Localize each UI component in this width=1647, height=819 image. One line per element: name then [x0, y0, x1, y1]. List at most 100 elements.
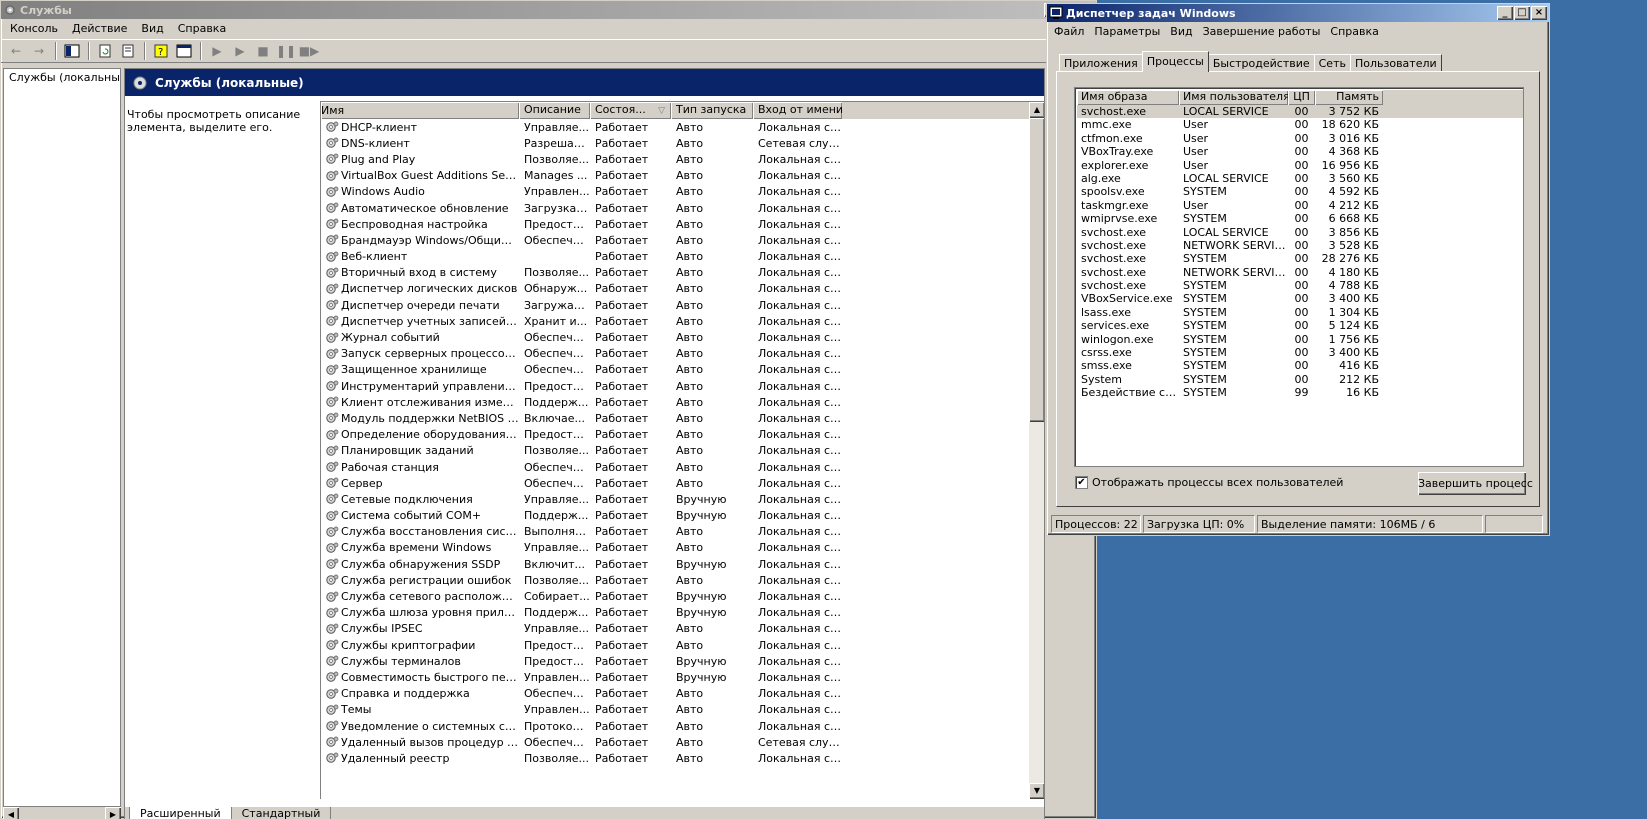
- process-row[interactable]: svchost.exe SYSTEM 00 4 788 КБ: [1077, 279, 1523, 292]
- service-row[interactable]: Справка и поддержка Обеспечи... Работает Ав…: [321, 686, 1044, 702]
- service-row[interactable]: Запуск серверных процессов DCOM Обеспечи.…: [321, 346, 1044, 362]
- service-row[interactable]: Служба восстановления системы Выполняе...…: [321, 524, 1044, 540]
- size-grip[interactable]: [1485, 515, 1543, 533]
- service-row[interactable]: Windows Audio Управлен... Работает Авто Лока…: [321, 184, 1044, 200]
- process-row[interactable]: explorer.exe User 00 16 956 КБ: [1077, 159, 1523, 172]
- process-row[interactable]: svchost.exe NETWORK SERVICE 00 4 180 КБ: [1077, 266, 1523, 279]
- service-row[interactable]: Инструментарий управления Wind... Предост…: [321, 378, 1044, 394]
- menu-help[interactable]: Справка: [1325, 22, 1383, 42]
- menu-action[interactable]: Действие: [65, 19, 134, 39]
- service-row[interactable]: Диспетчер логических дисков Обнаруж... Раб…: [321, 281, 1044, 297]
- back-arrow-icon[interactable]: ←: [5, 41, 27, 61]
- column-description[interactable]: Описание: [519, 102, 590, 119]
- service-row[interactable]: Модуль поддержки NetBIOS через... Включае…: [321, 410, 1044, 426]
- tab-extended[interactable]: Расширенный: [129, 807, 232, 819]
- service-row[interactable]: Беспроводная настройка Предоста... Работае…: [321, 216, 1044, 232]
- tab-performance[interactable]: Быстродействие: [1207, 54, 1315, 72]
- service-row[interactable]: Клиент отслеживания изменивши... Поддерж.…: [321, 394, 1044, 410]
- process-row[interactable]: System SYSTEM 00 212 КБ: [1077, 373, 1523, 386]
- process-row[interactable]: VBoxService.exe SYSTEM 00 3 400 КБ: [1077, 292, 1523, 305]
- column-user-name[interactable]: Имя пользователя: [1179, 90, 1290, 105]
- process-row[interactable]: lsass.exe SYSTEM 00 1 304 КБ: [1077, 306, 1523, 319]
- menu-shutdown[interactable]: Завершение работы: [1198, 22, 1326, 42]
- service-row[interactable]: Сетевые подключения Управляе... Работает Вр…: [321, 491, 1044, 507]
- process-row[interactable]: alg.exe LOCAL SERVICE 00 3 560 КБ: [1077, 172, 1523, 185]
- service-row[interactable]: Планировщик заданий Позволяе... Работает Ав…: [321, 443, 1044, 459]
- show-hide-tree-icon[interactable]: [61, 41, 83, 61]
- service-row[interactable]: Службы терминалов Предоста... Работает Вруч…: [321, 653, 1044, 669]
- column-startup-type[interactable]: Тип запуска: [671, 102, 753, 119]
- column-memory[interactable]: Память: [1315, 90, 1383, 105]
- menu-view[interactable]: Вид: [1165, 22, 1197, 42]
- tree-horizontal-scrollbar[interactable]: ◀ ▶: [3, 807, 121, 819]
- service-row[interactable]: Удаленный вызов процедур (RPC) Обеспечи..…: [321, 734, 1044, 750]
- service-row[interactable]: Темы Управлен... Работает Авто Локальная сис…: [321, 702, 1044, 718]
- service-row[interactable]: Службы криптографии Предоста... Работает Ав…: [321, 637, 1044, 653]
- restart-service-icon[interactable]: ■▶: [298, 41, 320, 61]
- service-row[interactable]: Определение оборудования обол... Предоста…: [321, 427, 1044, 443]
- service-row[interactable]: Вторичный вход в систему Позволяе... Работ…: [321, 265, 1044, 281]
- service-row[interactable]: Служба сетевого расположения (... Собирае…: [321, 588, 1044, 604]
- process-row[interactable]: svchost.exe LOCAL SERVICE 00 3 752 КБ: [1077, 105, 1523, 119]
- menu-console[interactable]: Консоль: [3, 19, 65, 39]
- scroll-left-icon[interactable]: ◀: [3, 807, 19, 819]
- scroll-thumb[interactable]: [1029, 118, 1044, 422]
- process-row[interactable]: csrss.exe SYSTEM 00 3 400 КБ: [1077, 346, 1523, 359]
- scroll-down-icon[interactable]: ▼: [1029, 783, 1044, 799]
- service-row[interactable]: Автоматическое обновление Загрузка ... Раб…: [321, 200, 1044, 216]
- end-process-button[interactable]: Завершить процесс: [1418, 472, 1533, 495]
- tab-standard[interactable]: Стандартный: [230, 807, 332, 819]
- process-row[interactable]: spoolsv.exe SYSTEM 00 4 592 КБ: [1077, 185, 1523, 198]
- start-service-icon[interactable]: ▶: [206, 41, 228, 61]
- service-row[interactable]: Сервер Обеспечи... Работает Авто Локальная с…: [321, 475, 1044, 491]
- show-all-checkbox[interactable]: ✔: [1075, 476, 1088, 489]
- process-row[interactable]: wmiprvse.exe SYSTEM 00 6 668 КБ: [1077, 212, 1523, 225]
- process-row[interactable]: svchost.exe SYSTEM 00 28 276 КБ: [1077, 252, 1523, 265]
- minimize-button[interactable]: _: [1497, 6, 1513, 20]
- tab-applications[interactable]: Приложения: [1059, 54, 1143, 72]
- menu-options[interactable]: Параметры: [1089, 22, 1165, 42]
- service-row[interactable]: DNS-клиент Разрешае... Работает Авто Сетевая…: [321, 135, 1044, 151]
- task-manager-titlebar[interactable]: Диспетчер задач Windows _ □ ×: [1047, 4, 1549, 22]
- service-row[interactable]: Веб-клиент Работает Авто Локальная сл...: [321, 249, 1044, 265]
- service-row[interactable]: Служба регистрации ошибок Позволяе... Рабо…: [321, 572, 1044, 588]
- help-icon[interactable]: ?: [150, 41, 172, 61]
- service-row[interactable]: Диспетчер очереди печати Загружае... Работ…: [321, 297, 1044, 313]
- services-titlebar[interactable]: Службы _ □ ×: [1, 1, 1096, 19]
- process-row[interactable]: svchost.exe NETWORK SERVICE 00 3 528 КБ: [1077, 239, 1523, 252]
- process-row[interactable]: winlogon.exe SYSTEM 00 1 756 КБ: [1077, 333, 1523, 346]
- service-row[interactable]: Совместимость быстрого переклю... Управле…: [321, 669, 1044, 685]
- stop-service-icon[interactable]: ■: [252, 41, 274, 61]
- show-all-processes[interactable]: ✔ Отображать процессы всех пользователей: [1075, 476, 1343, 489]
- service-row[interactable]: Журнал событий Обеспечи... Работает Авто Лок…: [321, 329, 1044, 345]
- service-row[interactable]: Брандмауэр Windows/Общий дост... Обеспечи…: [321, 232, 1044, 248]
- tab-networking[interactable]: Сеть: [1313, 54, 1351, 72]
- refresh-icon[interactable]: [94, 41, 116, 61]
- tab-processes[interactable]: Процессы: [1141, 51, 1209, 72]
- process-row[interactable]: ctfmon.exe User 00 3 016 КБ: [1077, 132, 1523, 145]
- process-row[interactable]: VBoxTray.exe User 00 4 368 КБ: [1077, 145, 1523, 158]
- column-name[interactable]: Имя: [321, 102, 519, 119]
- menu-file[interactable]: Файл: [1049, 22, 1089, 42]
- properties-icon[interactable]: [173, 41, 195, 61]
- service-row[interactable]: VirtualBox Guest Additions Service Manage…: [321, 168, 1044, 184]
- process-row[interactable]: mmc.exe User 00 18 620 КБ: [1077, 118, 1523, 131]
- service-row[interactable]: Система событий COM+ Поддерж... Работает Вр…: [321, 508, 1044, 524]
- column-cpu[interactable]: ЦП: [1288, 90, 1315, 105]
- service-row[interactable]: Служба обнаружения SSDP Включит... Работае…: [321, 556, 1044, 572]
- tab-users[interactable]: Пользователи: [1349, 54, 1442, 72]
- service-row[interactable]: Службы IPSEC Управляе... Работает Авто Локал…: [321, 621, 1044, 637]
- pause-service-icon[interactable]: ❚❚: [275, 41, 297, 61]
- service-row[interactable]: Служба времени Windows Управляе... Работае…: [321, 540, 1044, 556]
- process-row[interactable]: smss.exe SYSTEM 00 416 КБ: [1077, 359, 1523, 372]
- process-row[interactable]: Бездействие сис... SYSTEM 99 16 КБ: [1077, 386, 1523, 399]
- service-row[interactable]: Рабочая станция Обеспечи... Работает Авто Ло…: [321, 459, 1044, 475]
- menu-help[interactable]: Справка: [171, 19, 233, 39]
- menu-view[interactable]: Вид: [134, 19, 170, 39]
- service-row[interactable]: DHCP-клиент Управляе... Работает Авто Локаль…: [321, 119, 1044, 135]
- forward-arrow-icon[interactable]: →: [28, 41, 50, 61]
- column-log-on-as[interactable]: Вход от имени: [753, 102, 842, 119]
- scroll-up-icon[interactable]: ▲: [1029, 102, 1044, 118]
- export-list-icon[interactable]: [117, 41, 139, 61]
- service-row[interactable]: Диспетчер учетных записей безо... Хранит …: [321, 313, 1044, 329]
